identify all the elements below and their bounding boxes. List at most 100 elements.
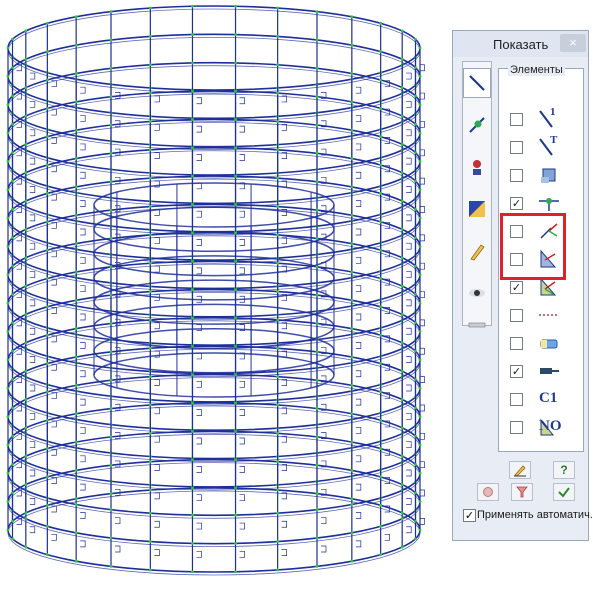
color-fill-icon xyxy=(469,201,485,217)
mesh-node xyxy=(379,135,383,139)
rebar-mark xyxy=(355,285,362,293)
mesh-node xyxy=(45,503,49,507)
element-checkbox[interactable] xyxy=(510,337,523,350)
mesh-node xyxy=(350,213,354,217)
mesh-node xyxy=(24,341,28,345)
mesh-node xyxy=(276,318,280,322)
mesh-node xyxy=(315,378,319,382)
element-checkbox[interactable] xyxy=(510,141,523,154)
mesh-node xyxy=(379,220,383,224)
mesh-node xyxy=(350,327,354,331)
rebar-mark xyxy=(355,427,362,434)
rebar-mark xyxy=(80,228,86,236)
mesh-node xyxy=(315,151,319,155)
mesh-node xyxy=(6,415,10,418)
mesh-node xyxy=(276,511,280,515)
mesh-node xyxy=(74,497,78,501)
mesh-node xyxy=(350,185,354,189)
mesh-node xyxy=(315,322,319,325)
mesh-node xyxy=(24,369,28,373)
rebar-mark xyxy=(406,384,412,392)
mesh-node xyxy=(400,227,404,231)
pencil-button[interactable] xyxy=(509,461,531,479)
tab-color-fill[interactable] xyxy=(464,194,490,224)
help-button[interactable]: ? xyxy=(553,461,575,479)
mesh-node xyxy=(315,95,319,99)
rebar-mark xyxy=(29,186,36,193)
element-row-c1: C1 xyxy=(507,388,579,410)
mesh-node xyxy=(6,188,10,192)
tab-node[interactable] xyxy=(464,110,490,140)
mesh-node xyxy=(414,94,417,98)
rebar-mark xyxy=(154,520,160,528)
rebar-mark xyxy=(196,210,202,218)
mesh-node xyxy=(350,440,354,444)
mesh-node xyxy=(418,131,422,135)
mesh-node xyxy=(109,123,113,127)
rebar-mark xyxy=(355,143,362,151)
mesh-node xyxy=(276,148,280,152)
apply-button[interactable] xyxy=(553,483,575,501)
element-checkbox[interactable] xyxy=(510,421,523,434)
model-viewport[interactable] xyxy=(0,0,450,586)
mesh-node xyxy=(45,163,49,167)
mesh-node xyxy=(45,277,49,280)
mesh-node xyxy=(400,29,404,33)
mesh-node xyxy=(45,192,49,195)
element-checkbox[interactable] xyxy=(510,113,523,126)
mesh-node xyxy=(350,503,354,506)
close-button[interactable]: × xyxy=(560,34,586,52)
rebar-mark xyxy=(196,466,202,473)
mesh-node xyxy=(45,390,49,394)
refresh-button[interactable] xyxy=(477,483,499,501)
mesh-node xyxy=(276,431,280,435)
mesh-node xyxy=(234,174,237,178)
mesh-node xyxy=(148,290,152,293)
rebar-mark xyxy=(406,441,412,449)
mesh-node xyxy=(315,463,319,467)
element-icon-text: 1 xyxy=(550,106,556,118)
panel-titlebar[interactable]: Показать × xyxy=(453,31,588,57)
tab-bar-element[interactable] xyxy=(463,68,491,98)
mesh-node xyxy=(11,151,14,155)
mesh-node xyxy=(11,537,14,541)
mesh-node xyxy=(24,545,28,549)
tab-pencil-edit[interactable] xyxy=(464,236,490,266)
mesh-node xyxy=(45,135,49,139)
mesh-node xyxy=(414,66,417,70)
tab-eye[interactable] xyxy=(464,278,490,308)
mesh-node xyxy=(191,513,194,517)
element-row-hinge: ✓ xyxy=(507,360,579,382)
element-checkbox[interactable]: ✓ xyxy=(510,365,523,378)
mesh-node xyxy=(418,358,422,362)
checkmark-icon xyxy=(558,487,570,498)
tab-load[interactable] xyxy=(464,152,490,182)
mesh-node xyxy=(276,540,280,543)
tab-ruler[interactable] xyxy=(464,310,490,340)
mesh-node xyxy=(11,463,14,466)
rebar-mark xyxy=(115,545,121,553)
rebar-mark xyxy=(196,154,202,161)
mesh-node xyxy=(191,4,194,8)
auto-apply-checkbox[interactable]: ✓ xyxy=(463,509,476,522)
mesh-node xyxy=(379,248,383,252)
filter-button[interactable] xyxy=(511,483,533,501)
mesh-node xyxy=(350,355,354,359)
mesh-node xyxy=(191,373,194,377)
mesh-node xyxy=(414,463,417,466)
element-checkbox[interactable]: ✓ xyxy=(510,197,523,210)
mesh-node xyxy=(379,21,383,25)
mesh-node xyxy=(315,407,319,410)
element-checkbox[interactable] xyxy=(510,169,523,182)
mesh-node xyxy=(11,434,14,438)
mesh-node xyxy=(109,435,113,439)
mesh-node xyxy=(24,171,28,175)
mesh-node xyxy=(379,50,383,54)
inner-ring xyxy=(93,230,335,277)
element-checkbox[interactable] xyxy=(510,309,523,322)
element-checkbox[interactable]: ✓ xyxy=(510,281,523,294)
mesh-node xyxy=(315,492,319,496)
element-checkbox[interactable] xyxy=(510,393,523,406)
mesh-node xyxy=(400,511,404,515)
cross-section-icon xyxy=(537,164,561,186)
